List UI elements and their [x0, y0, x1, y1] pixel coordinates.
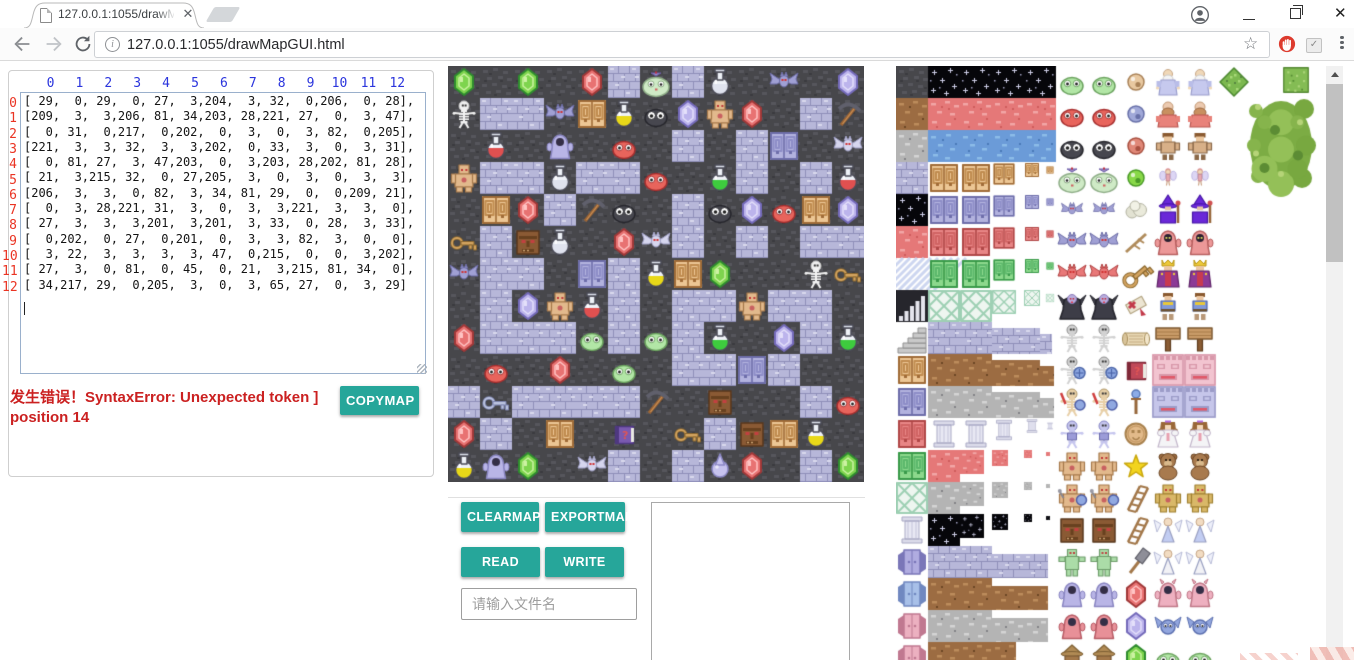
- window-close-button[interactable]: ✕: [1334, 4, 1348, 17]
- matrix-col-header: 2: [96, 76, 120, 91]
- scrollbar-up-arrow-icon[interactable]: [1331, 72, 1339, 77]
- adblock-hand-icon[interactable]: [1278, 35, 1296, 53]
- matrix-col-header: 6: [212, 76, 236, 91]
- matrix-row-header: 12: [2, 280, 17, 295]
- tab-title-fade: [156, 6, 176, 23]
- window-minimize-button[interactable]: [1243, 8, 1255, 20]
- profile-icon[interactable]: [1190, 5, 1210, 25]
- window-restore-button[interactable]: [1290, 8, 1301, 19]
- partial-sprite-fragment: [1240, 653, 1298, 660]
- matrix-col-header: 7: [241, 76, 265, 91]
- browser-menu-icon[interactable]: [1340, 34, 1344, 52]
- forward-icon[interactable]: [42, 33, 64, 55]
- textarea-resize-grip[interactable]: [417, 364, 427, 374]
- browser-titlebar: 127.0.0.1:1055/drawMa ✕ ✕: [0, 0, 1354, 28]
- page-favicon-icon: [40, 8, 52, 23]
- page-info-icon[interactable]: i: [105, 37, 120, 52]
- matrix-row-header: 9: [2, 234, 17, 249]
- back-icon[interactable]: [12, 33, 34, 55]
- export-output-box[interactable]: [651, 502, 850, 660]
- matrix-row-header: 7: [2, 203, 17, 218]
- matrix-col-header: 8: [270, 76, 294, 91]
- matrix-row-header: 0: [2, 96, 17, 111]
- matrix-col-header: 0: [39, 76, 63, 91]
- map-matrix-textarea[interactable]: [20, 92, 426, 374]
- new-tab-button[interactable]: [206, 7, 241, 22]
- matrix-col-header: 9: [299, 76, 323, 91]
- filename-input[interactable]: [461, 588, 637, 620]
- text-caret: [24, 302, 25, 315]
- matrix-row-header: 8: [2, 218, 17, 233]
- url-text[interactable]: 127.0.0.1:1055/drawMapGUI.html: [127, 37, 345, 53]
- matrix-col-header: 12: [385, 76, 409, 91]
- tab-close-icon[interactable]: ✕: [180, 6, 196, 22]
- exportmap-button[interactable]: EXPORTMAP: [545, 502, 625, 532]
- matrix-row-header: 5: [2, 173, 17, 188]
- matrix-row-header: 1: [2, 111, 17, 126]
- refresh-icon[interactable]: [72, 33, 94, 55]
- matrix-row-header: 11: [2, 264, 17, 279]
- bookmark-star-icon[interactable]: ☆: [1243, 34, 1258, 54]
- matrix-col-header: 4: [154, 76, 178, 91]
- clearmap-button[interactable]: CLEARMAP: [461, 502, 539, 532]
- matrix-col-header: 11: [356, 76, 380, 91]
- matrix-row-header: 10: [2, 249, 17, 264]
- matrix-col-header: 5: [183, 76, 207, 91]
- syntax-error-message: 发生错误！SyntaxError: Unexpected token ] pos…: [10, 388, 338, 428]
- partial-sprite-fragment: [1310, 647, 1354, 660]
- matrix-col-header: 10: [328, 76, 352, 91]
- tile-map-canvas[interactable]: [448, 66, 864, 482]
- matrix-row-header: 2: [2, 127, 17, 142]
- matrix-col-header: 3: [125, 76, 149, 91]
- matrix-col-header: 1: [67, 76, 91, 91]
- divider-line: [448, 497, 865, 498]
- read-button[interactable]: READ: [461, 547, 540, 577]
- page-scrollbar-thumb[interactable]: [1326, 84, 1343, 262]
- matrix-row-header: 3: [2, 142, 17, 157]
- browser-window: 127.0.0.1:1055/drawMa ✕ ✕ i 127.0.0.1:10…: [0, 0, 1354, 660]
- matrix-row-header: 4: [2, 157, 17, 172]
- copymap-button[interactable]: COPYMAP: [340, 386, 419, 415]
- tileset-palette-canvas[interactable]: [896, 66, 1326, 660]
- extension-check-icon[interactable]: ✓: [1306, 38, 1322, 53]
- write-button[interactable]: WRITE: [545, 547, 624, 577]
- matrix-row-header: 6: [2, 188, 17, 203]
